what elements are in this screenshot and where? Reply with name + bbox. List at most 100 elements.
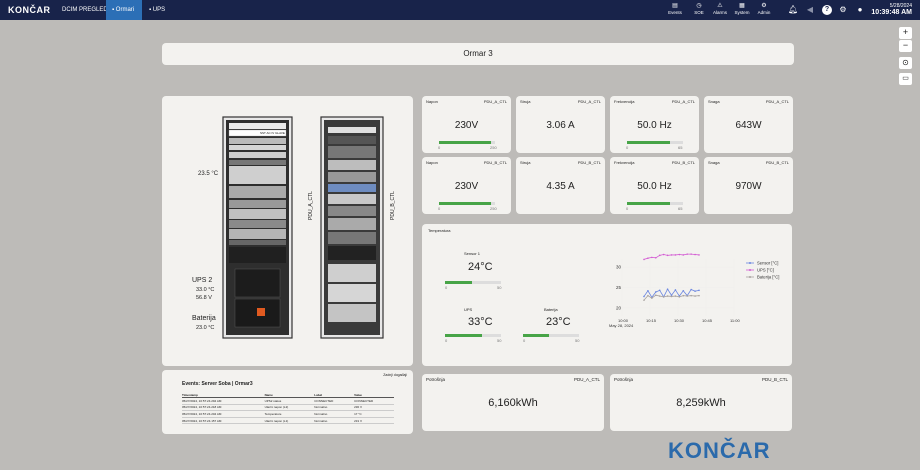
table-row[interactable]: 05/27/2024, 10:57:24.218 AM Ulazni napon … — [182, 404, 394, 412]
consumption-label: Potrošnja — [426, 377, 446, 382]
card-label: Frekvencija — [614, 160, 635, 165]
legend-marker — [749, 269, 751, 271]
target-icon[interactable]: ⊙ — [899, 57, 912, 69]
help-icon[interactable]: ? — [822, 5, 832, 15]
card-device: PDU_A_CTL — [671, 99, 695, 104]
card-label: Struja — [520, 99, 531, 104]
temperature-panel: Temperatura Sensor 1 24°C 0 50 UPS 33°C … — [422, 224, 792, 366]
card-snaga-b: Snaga PDU_B_CTL 970W — [704, 157, 793, 214]
consumption-card-a: Potrošnja PDU_A_CTL 6,160kWh — [422, 374, 604, 431]
events-title: Events: Server Soba | Ormar3 — [182, 381, 253, 387]
table-cell: 17 °C — [354, 410, 394, 418]
events-panel: Zadnji događaji Events: Server Soba | Or… — [162, 370, 413, 434]
data-point — [643, 295, 645, 298]
ups-temperature: 33.0 °C — [196, 287, 215, 293]
card-value: 643W — [735, 120, 762, 131]
user-icon[interactable]: ● — [855, 5, 865, 15]
data-point — [658, 289, 661, 292]
zoom-out-button[interactable]: − — [899, 40, 912, 52]
card-value: 50.0 Hz — [637, 181, 672, 192]
table-cell: Normalno — [314, 410, 355, 418]
data-point — [651, 297, 653, 299]
speaker-icon[interactable]: ◀ — [805, 5, 815, 15]
table-cell: 231 V — [354, 417, 394, 425]
card-struja-b: Struja PDU_B_CTL 4.35 A — [516, 157, 605, 214]
card-device: PDU_B_CTL — [483, 160, 507, 165]
data-point — [674, 254, 677, 256]
data-point — [694, 253, 696, 256]
data-point — [647, 294, 649, 297]
data-point — [682, 289, 685, 292]
card-value: 3.06 A — [546, 120, 575, 131]
gauge-max: 250 — [490, 145, 497, 150]
company-logo: KONČAR — [668, 438, 771, 463]
zoom-in-button[interactable]: + — [899, 27, 912, 39]
top-bar: KONČAR DCIM PREGLED ▪ Ormari ▪ UPS ▤ Even… — [0, 0, 920, 20]
app-logo: KONČAR — [8, 5, 51, 15]
legend-marker — [749, 276, 751, 278]
card-frekvencija-a: Frekvencija PDU_A_CTL 50.0 Hz 0 65 — [610, 96, 699, 153]
data-point — [670, 295, 673, 298]
data-point — [690, 288, 692, 291]
card-value: 50.0 Hz — [637, 120, 672, 131]
data-point — [666, 295, 669, 297]
x-tick-label: May 28, 2024 — [609, 323, 634, 328]
admin-button[interactable]: ⚙ Admin — [751, 3, 777, 16]
consumption-device: PDU_B_CTL — [761, 377, 788, 382]
consumption-label: Potrošnja — [614, 377, 634, 382]
x-tick-label: 10:30 — [674, 318, 685, 323]
gauge-max: 250 — [490, 206, 497, 211]
card-label: Napon — [426, 160, 438, 165]
data-point — [654, 294, 657, 297]
card-label: Snaga — [708, 99, 720, 104]
card-value: 230V — [454, 120, 479, 131]
data-point — [698, 289, 700, 292]
consumption-device: PDU_A_CTL — [573, 377, 600, 382]
card-snaga-a: Snaga PDU_A_CTL 643W — [704, 96, 793, 153]
rack-panel: SST AC IV GLAVE 23.5 °C UPS 2 33.0 °C 56… — [162, 96, 413, 366]
data-point — [662, 296, 665, 298]
card-device: PDU_A_CTL — [577, 99, 601, 104]
consumption-card-b: Potrošnja PDU_B_CTL 8,259kWh — [610, 374, 792, 431]
gauge-min: 0 — [438, 145, 441, 150]
data-point — [690, 294, 692, 297]
table-row[interactable]: 05/27/2024, 10:57:24.157 AM Ulazni napon … — [182, 417, 394, 425]
nav-ormari-label: Ormari — [115, 7, 135, 13]
legend-label: UPS [°C] — [757, 268, 774, 273]
data-point — [694, 290, 696, 292]
table-row[interactable]: 05/27/2024, 10:57:24.204 AM Temperature No… — [182, 410, 394, 418]
note-icon[interactable]: ▭ — [899, 73, 912, 85]
table-cell: Ulazni napon (L2) — [264, 404, 315, 412]
card-frekvencija-b: Frekvencija PDU_B_CTL 50.0 Hz 0 65 — [610, 157, 699, 214]
card-device: PDU_B_CTL — [671, 160, 695, 165]
table-row[interactable]: 05/27/2024, 10:57:24.294 AM UPS2 status CO… — [182, 397, 394, 405]
legend-marker — [749, 262, 751, 264]
gauge-max: 65 — [678, 145, 683, 150]
nav-ups[interactable]: ▪ UPS — [143, 0, 171, 20]
pdu-a-label: PDU_A_CTL — [308, 191, 314, 220]
data-point — [690, 253, 692, 255]
data-point — [654, 256, 657, 259]
data-point — [686, 295, 689, 297]
card-value: 230V — [454, 181, 479, 192]
data-point — [643, 258, 645, 261]
table-cell: 230 V — [354, 404, 394, 412]
events-button[interactable]: ▤ Events — [662, 3, 688, 16]
bell-icon[interactable]: 🔔︎ — [788, 5, 798, 15]
data-point — [662, 253, 665, 256]
data-point — [666, 254, 669, 257]
card-device: PDU_A_CTL — [483, 99, 507, 104]
rack-temperature: 23.5 °C — [198, 171, 219, 177]
recent-events-link[interactable]: Zadnji događaji — [383, 373, 407, 377]
card-gauge — [627, 141, 683, 144]
card-label: Napon — [426, 99, 438, 104]
gear-icon[interactable]: ⚙ — [838, 5, 848, 15]
datetime: 5/28/2024 10:39:48 AM — [871, 3, 912, 16]
gauge-min: 0 — [626, 206, 629, 211]
card-label: Frekvencija — [614, 99, 635, 104]
data-point — [682, 294, 685, 297]
card-struja-a: Struja PDU_A_CTL 3.06 A — [516, 96, 605, 153]
table-cell: CONNECTED — [354, 397, 394, 405]
nav-ormari[interactable]: ▪ Ormari — [106, 0, 142, 20]
legend-label: Sensor [°C] — [757, 261, 778, 266]
